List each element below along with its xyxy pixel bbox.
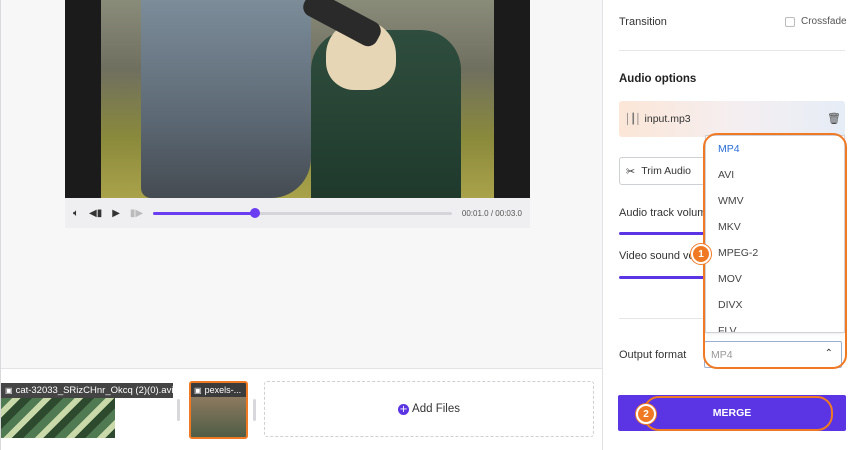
transition-label: Transition: [619, 16, 667, 28]
format-dropdown-list: MP4 AVI WMV MKV MPEG-2 MOV DIVX FLV: [705, 135, 845, 333]
trim-audio-label: Trim Audio: [641, 165, 692, 177]
trim-audio-button[interactable]: ✂ Trim Audio: [619, 157, 705, 185]
format-option-divx[interactable]: DIVX: [706, 292, 844, 318]
crossfade-label: Crossfade: [801, 16, 847, 27]
clip-thumbnail: [191, 397, 246, 437]
output-format-value: MP4: [711, 348, 733, 361]
video-frame-image: [101, 0, 494, 198]
player-controls: 🔈︎ ◀▮ ▶ ▮▶ 00:01.0 / 00:03.0: [65, 198, 530, 228]
clip-label: ▣ cat-32033_SRizCHnr_Okcq (2)(0).avi: [1, 383, 173, 398]
skip-icon[interactable]: ▮▶: [130, 208, 143, 219]
format-option-mkv[interactable]: MKV: [706, 214, 844, 240]
trash-icon[interactable]: 🗑︎: [827, 112, 841, 125]
step-badge-1: 1: [691, 244, 711, 264]
scene-person-left: [141, 0, 311, 198]
output-format-label: Output format: [619, 349, 687, 361]
time-separator: /: [490, 208, 494, 218]
chevron-up-icon: ⌃: [824, 348, 833, 359]
format-option-mpeg2[interactable]: MPEG-2: [706, 240, 844, 266]
format-option-wmv[interactable]: WMV: [706, 188, 844, 214]
video-file-icon: ▣: [5, 386, 13, 395]
format-option-flv[interactable]: FLV: [706, 318, 844, 332]
waveform-icon: │┃│: [625, 113, 642, 125]
time-current: 00:01.0: [461, 208, 489, 218]
audio-file-item: │┃│ input.mp3 🗑︎: [619, 101, 845, 137]
timeline-clip-1[interactable]: ▣ cat-32033_SRizCHnr_Okcq (2)(0).avi: [1, 383, 173, 439]
video-preview[interactable]: [65, 0, 530, 198]
format-option-mp4[interactable]: MP4: [706, 136, 844, 162]
scissors-icon: ✂: [626, 164, 636, 178]
clip-name: pexels-...: [204, 385, 242, 395]
timeline: ▣ cat-32033_SRizCHnr_Okcq (2)(0).avi ▣ p…: [1, 368, 603, 450]
time-total: 00:03.0: [495, 208, 522, 218]
audio-track-volume-label: Audio track volume: [619, 207, 713, 219]
image-file-icon: ▣: [194, 385, 202, 395]
timeline-clip-2[interactable]: ▣ pexels-...: [189, 381, 248, 439]
plus-icon: +: [398, 403, 410, 415]
clip-thumbnails: [1, 398, 115, 438]
checkbox-box[interactable]: [785, 16, 795, 27]
audio-track-volume-slider[interactable]: [619, 232, 709, 235]
rewind-icon[interactable]: ◀▮: [89, 208, 102, 219]
output-format-select[interactable]: MP4 ⌃: [704, 341, 842, 368]
clip-label: ▣ pexels-...: [191, 383, 246, 397]
playback-progress-bar[interactable]: [153, 207, 452, 218]
drag-handle[interactable]: [253, 399, 256, 421]
crossfade-checkbox[interactable]: Crossfade: [785, 16, 847, 27]
add-files-label: Add Files: [412, 403, 460, 415]
play-icon[interactable]: ▶: [112, 208, 120, 219]
format-option-avi[interactable]: AVI: [706, 162, 844, 188]
add-files-button[interactable]: + Add Files: [264, 381, 594, 437]
format-option-mov[interactable]: MOV: [706, 266, 844, 292]
drag-handle[interactable]: [177, 399, 180, 421]
clip-name: cat-32033_SRizCHnr_Okcq (2)(0).avi: [15, 385, 173, 396]
preview-pane: 🔈︎ ◀▮ ▶ ▮▶ 00:01.0 / 00:03.0 ▣ cat-32033…: [0, 0, 603, 450]
step-badge-2: 2: [636, 404, 656, 424]
progress-handle[interactable]: [249, 207, 260, 218]
progress-fill: [153, 211, 255, 215]
audio-options-title: Audio options: [619, 73, 697, 85]
volume-icon[interactable]: 🔈︎: [73, 208, 79, 219]
time-readout: 00:01.0 / 00:03.0: [462, 209, 522, 218]
divider: [619, 50, 845, 51]
audio-file-name: input.mp3: [644, 113, 691, 125]
video-sound-volume-slider[interactable]: [619, 276, 709, 279]
